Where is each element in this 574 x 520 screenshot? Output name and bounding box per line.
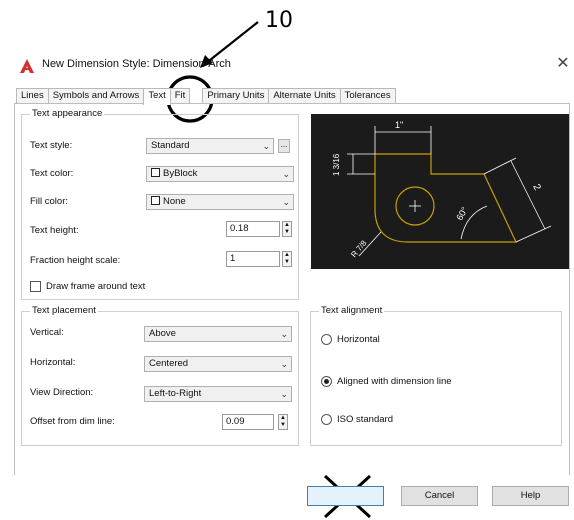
offset-label: Offset from dim line: <box>30 416 115 427</box>
text-alignment-title: Text alignment <box>319 305 385 316</box>
title-bar: New Dimension Style: Dimension-Arch ✕ <box>14 52 574 76</box>
chevron-down-icon: ⌄ <box>282 169 290 179</box>
text-style-select[interactable]: Standard ⌄ <box>146 138 274 154</box>
alignment-iso-label: ISO standard <box>337 414 393 425</box>
text-color-value: ByBlock <box>163 168 198 179</box>
view-direction-value: Left-to-Right <box>149 388 202 399</box>
window-title: New Dimension Style: Dimension-Arch <box>42 58 231 70</box>
chevron-down-icon: ⌄ <box>280 329 288 339</box>
preview-right-dim: 2 <box>530 182 543 192</box>
text-height-input[interactable]: 0.18 <box>226 221 280 237</box>
chevron-down-icon: ⌄ <box>282 197 290 207</box>
offset-spinner[interactable]: ▲ ▼ <box>278 414 288 430</box>
text-style-label: Text style: <box>30 140 73 151</box>
draw-frame-checkbox[interactable] <box>30 281 41 292</box>
autocad-logo-icon <box>20 59 34 73</box>
vertical-value: Above <box>149 328 176 339</box>
text-placement-title: Text placement <box>30 305 98 316</box>
ok-button[interactable] <box>307 486 384 506</box>
view-direction-label: View Direction: <box>30 387 94 398</box>
dimension-preview: 1" 1 3/16 2 60° R 7/8 <box>311 114 569 269</box>
tab-fit[interactable]: Fit <box>169 88 191 104</box>
preview-top-dim: 1" <box>395 120 403 130</box>
horizontal-value: Centered <box>149 358 189 369</box>
preview-left-dim: 1 3/16 <box>332 153 341 176</box>
tab-symbols-and-arrows[interactable]: Symbols and Arrows <box>47 88 145 104</box>
color-swatch-icon <box>151 168 160 177</box>
horizontal-label: Horizontal: <box>30 357 76 368</box>
color-swatch-icon <box>151 196 160 205</box>
cancel-button[interactable]: Cancel <box>401 486 478 506</box>
alignment-aligned-label: Aligned with dimension line <box>337 376 452 387</box>
preview-angle-dim: 60° <box>454 205 470 222</box>
text-appearance-group: Text appearance Text style: Standard ⌄ .… <box>21 108 299 300</box>
fill-color-select[interactable]: None ⌄ <box>146 194 294 210</box>
alignment-iso-radio[interactable] <box>321 414 332 425</box>
preview-geometry <box>374 153 517 243</box>
help-button[interactable]: Help <box>492 486 569 506</box>
text-color-label: Text color: <box>30 168 74 179</box>
text-style-value: Standard <box>151 140 190 151</box>
tab-panel-text: Text appearance Text style: Standard ⌄ .… <box>14 103 570 475</box>
tab-lines[interactable]: Lines <box>16 88 49 104</box>
chevron-down-icon: ⌄ <box>280 359 288 369</box>
tab-primary-units[interactable]: Primary Units <box>202 88 270 104</box>
close-button[interactable]: ✕ <box>554 54 572 74</box>
vertical-label: Vertical: <box>30 327 64 338</box>
chevron-down-icon: ⌄ <box>280 389 288 399</box>
text-height-spinner[interactable]: ▲ ▼ <box>282 221 292 237</box>
alignment-aligned-radio[interactable] <box>321 376 332 387</box>
fraction-height-scale-label: Fraction height scale: <box>30 255 121 266</box>
view-direction-select[interactable]: Left-to-Right ⌄ <box>144 386 292 402</box>
chevron-down-icon: ⌄ <box>262 141 270 151</box>
alignment-horizontal-radio[interactable] <box>321 334 332 345</box>
text-height-label: Text height: <box>30 225 79 236</box>
vertical-select[interactable]: Above ⌄ <box>144 326 292 342</box>
annotation-step-number: 10 <box>265 8 293 33</box>
fill-color-value: None <box>163 196 186 207</box>
tab-alternate-units[interactable]: Alternate Units <box>268 88 341 104</box>
tab-tolerances[interactable]: Tolerances <box>339 88 396 104</box>
fraction-height-scale-spinner[interactable]: ▲ ▼ <box>282 251 292 267</box>
tab-bar: Lines Symbols and Arrows Text Fit Primar… <box>16 88 396 105</box>
fraction-height-scale-input[interactable]: 1 <box>226 251 280 267</box>
text-style-browse-button[interactable]: ... <box>278 139 290 153</box>
alignment-horizontal-label: Horizontal <box>337 334 380 345</box>
tab-text[interactable]: Text <box>143 88 171 105</box>
text-alignment-group: Text alignment Horizontal Aligned with d… <box>310 305 562 446</box>
text-placement-group: Text placement Vertical: Above ⌄ Horizon… <box>21 305 299 446</box>
preview-dimension-lines <box>347 126 552 257</box>
offset-input[interactable]: 0.09 <box>222 414 274 430</box>
preview-drawing: 1" 1 3/16 2 60° R 7/8 <box>332 120 552 259</box>
horizontal-select[interactable]: Centered ⌄ <box>144 356 292 372</box>
fill-color-label: Fill color: <box>30 196 69 207</box>
text-color-select[interactable]: ByBlock ⌄ <box>146 166 294 182</box>
text-appearance-title: Text appearance <box>30 108 105 119</box>
draw-frame-label: Draw frame around text <box>46 281 146 292</box>
